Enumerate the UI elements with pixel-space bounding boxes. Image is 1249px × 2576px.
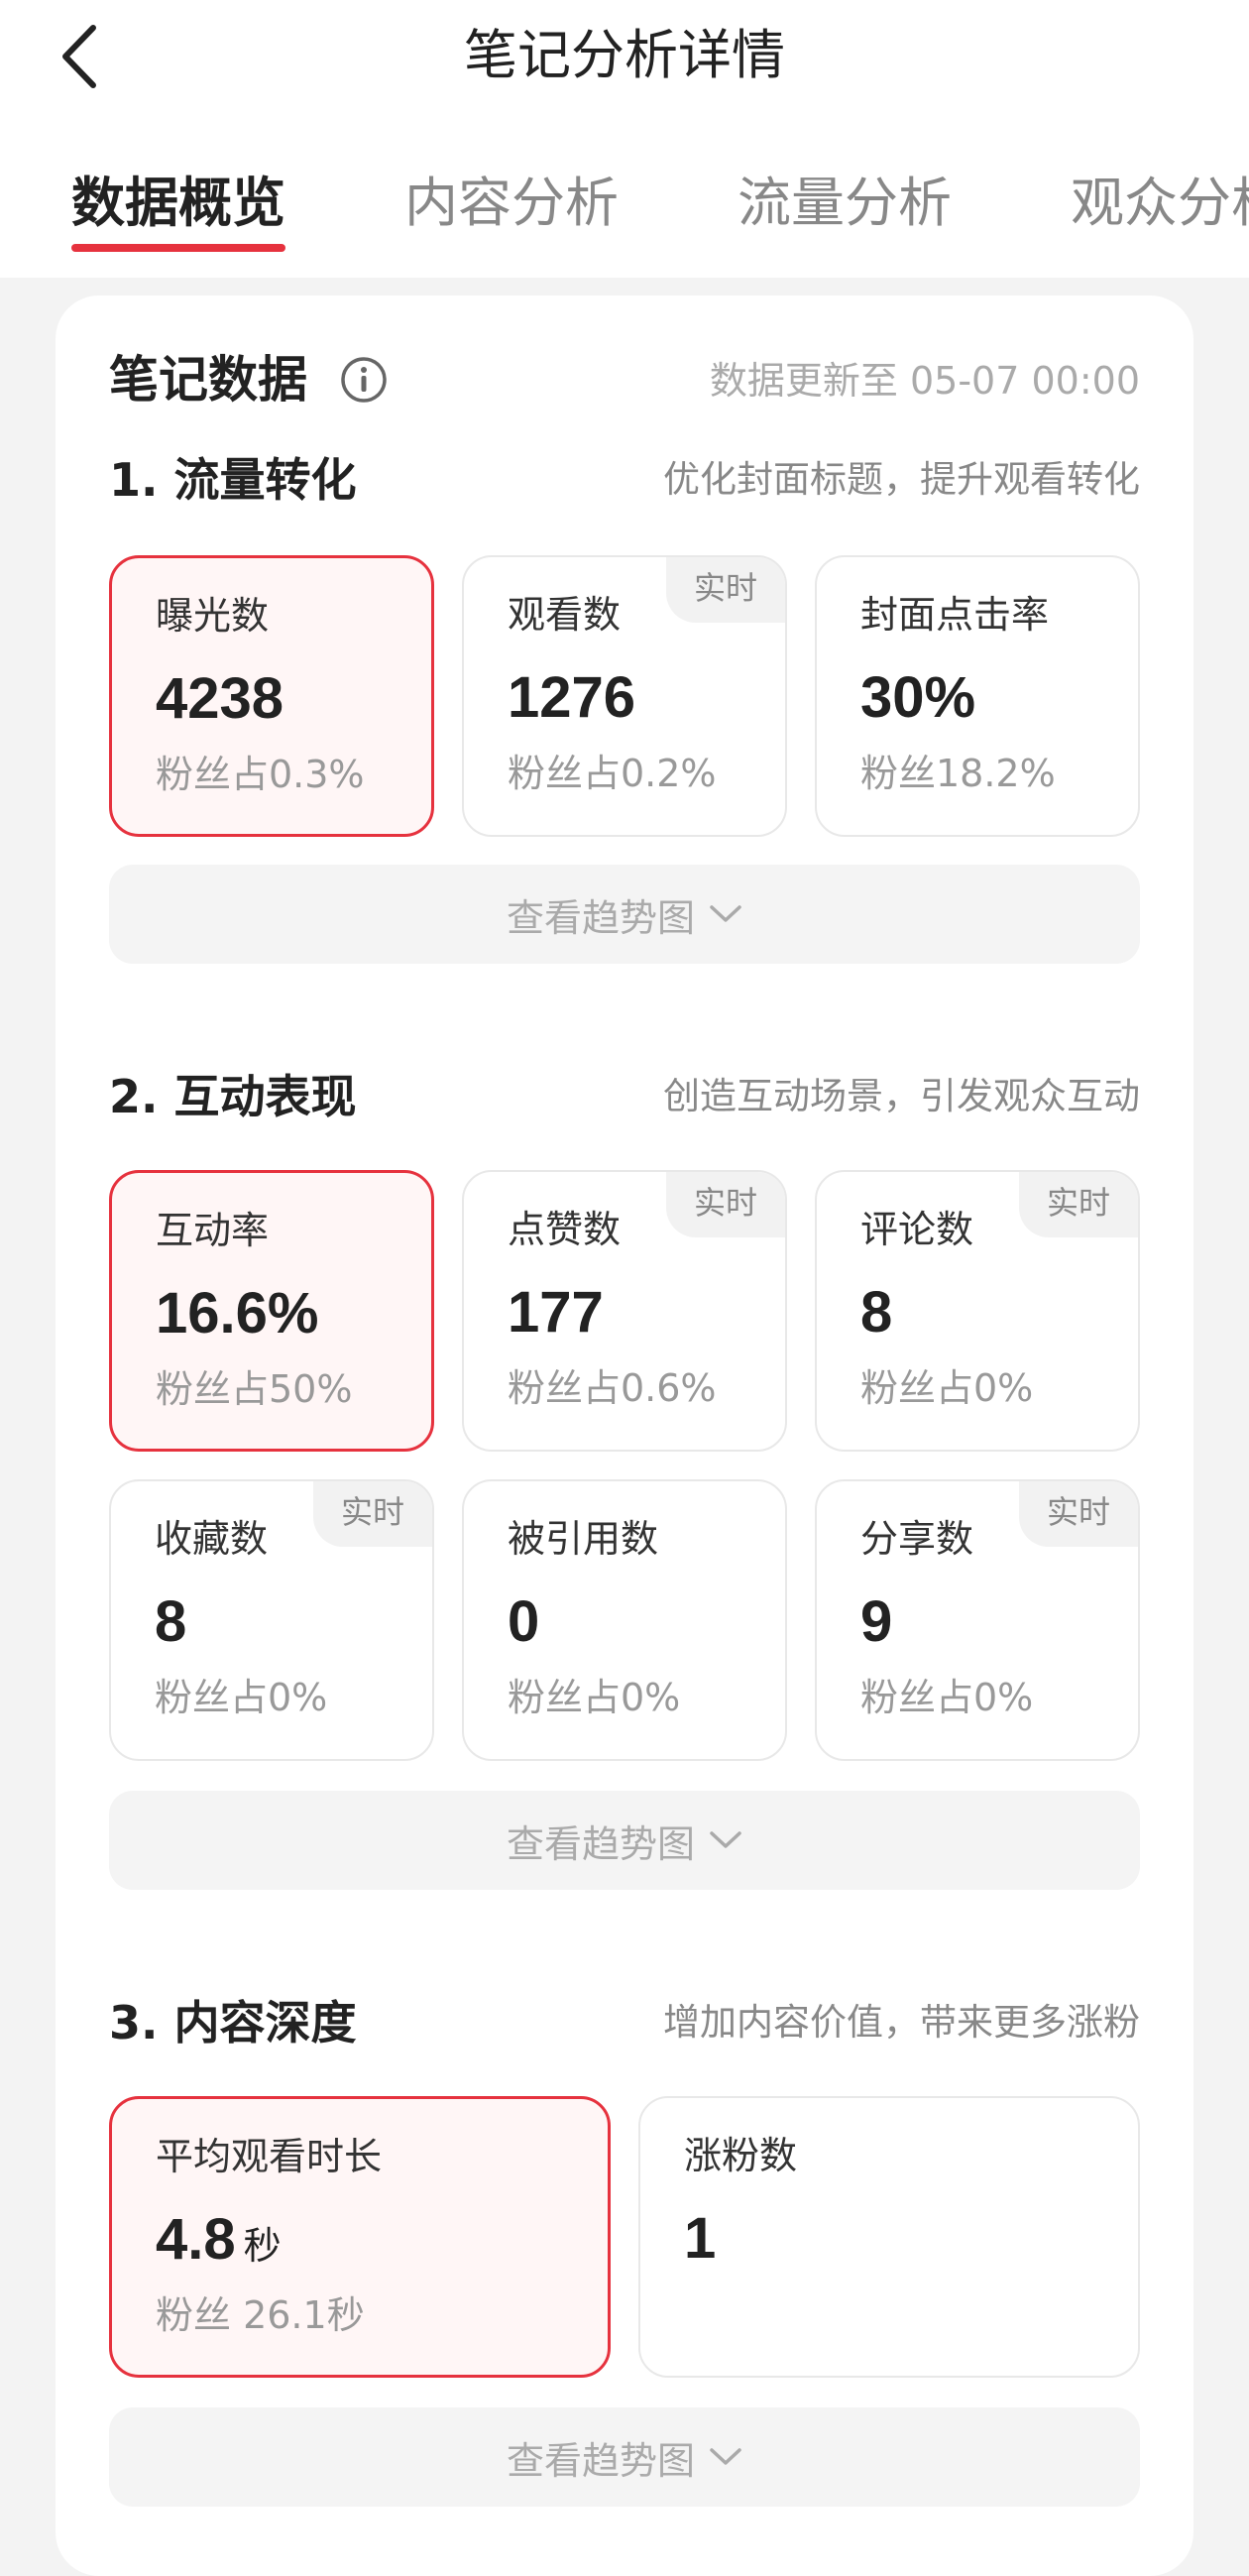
realtime-badge: 实时: [666, 1172, 785, 1237]
metric-card-engagement-rate[interactable]: 互动率 16.6% 粉丝占50%: [109, 1170, 434, 1452]
note-data-card: 笔记数据 数据更新至 05-07 00:00 1. 流量转化 优化封面标题，提升…: [56, 295, 1193, 2576]
metric-card-favorites[interactable]: 实时 收藏数 8 粉丝占0%: [109, 1479, 434, 1761]
tab-audience-analysis[interactable]: 观众分析: [1071, 159, 1249, 248]
card-title: 笔记数据: [109, 351, 307, 409]
trend-button-label: 查看趋势图: [506, 895, 695, 940]
metric-sub: 粉丝 26.1秒: [156, 2293, 365, 2337]
active-tab-indicator: [71, 244, 285, 252]
metric-sub: 粉丝占0%: [860, 1676, 1034, 1719]
metric-value: 0: [508, 1589, 540, 1654]
metric-card-shares[interactable]: 实时 分享数 9 粉丝占0%: [815, 1479, 1140, 1761]
metric-card-citations[interactable]: 被引用数 0 粉丝占0%: [462, 1479, 787, 1761]
metric-value: 8: [155, 1589, 187, 1654]
view-trend-button-interaction[interactable]: 查看趋势图: [109, 1791, 1140, 1890]
metric-sub: 粉丝占0%: [860, 1366, 1034, 1410]
metric-label: 被引用数: [508, 1517, 659, 1561]
section-hint-traffic: 优化封面标题，提升观看转化: [663, 458, 1140, 501]
realtime-badge: 实时: [666, 557, 785, 623]
metric-label: 评论数: [860, 1208, 974, 1251]
metric-card-new-followers[interactable]: 涨粉数 1: [638, 2096, 1140, 2378]
realtime-badge: 实时: [1019, 1481, 1138, 1547]
section-title-interaction: 2. 互动表现: [109, 1070, 357, 1123]
section-hint-interaction: 创造互动场景，引发观众互动: [663, 1075, 1140, 1117]
metric-value: 1: [684, 2206, 717, 2271]
metric-sub: 粉丝占50%: [156, 1367, 353, 1411]
metric-label: 曝光数: [156, 594, 270, 638]
metric-label: 收藏数: [155, 1517, 269, 1561]
view-trend-button-depth[interactable]: 查看趋势图: [109, 2407, 1140, 2507]
section-hint-depth: 增加内容价值，带来更多涨粉: [663, 2001, 1140, 2044]
metric-card-cover-ctr[interactable]: 封面点击率 30% 粉丝18.2%: [815, 555, 1140, 837]
update-time: 数据更新至 05-07 00:00: [709, 359, 1140, 403]
metric-card-likes[interactable]: 实时 点赞数 177 粉丝占0.6%: [462, 1170, 787, 1452]
metric-label: 封面点击率: [860, 593, 1050, 637]
metric-sub: 粉丝占0.2%: [508, 752, 717, 795]
top-bar: 笔记分析详情 数据概览 内容分析 流量分析 观众分析: [0, 0, 1249, 278]
metric-sub: 粉丝占0.6%: [508, 1366, 717, 1410]
realtime-badge: 实时: [313, 1481, 432, 1547]
chevron-down-icon: [710, 1831, 741, 1848]
metric-sub: 粉丝占0%: [508, 1676, 681, 1719]
metric-sub: 粉丝占0.3%: [156, 753, 365, 796]
metric-value: 16.6%: [156, 1281, 319, 1346]
metric-unit: 秒: [243, 2226, 282, 2268]
metric-label: 点赞数: [508, 1208, 622, 1251]
info-icon[interactable]: [339, 355, 389, 405]
metric-label: 互动率: [156, 1209, 270, 1252]
tab-bar: 数据概览 内容分析 流量分析 观众分析: [0, 159, 1249, 258]
metric-label: 观看数: [508, 593, 622, 637]
section-title-depth: 3. 内容深度: [109, 1996, 357, 2049]
metric-value-number: 4.8: [156, 2207, 236, 2272]
metric-value: 1276: [508, 665, 636, 730]
metric-label: 涨粉数: [684, 2134, 798, 2177]
metric-sub: 粉丝18.2%: [860, 752, 1056, 795]
metric-value: 30%: [860, 665, 976, 730]
metric-label: 平均观看时长: [156, 2135, 383, 2178]
metric-card-comments[interactable]: 实时 评论数 8 粉丝占0%: [815, 1170, 1140, 1452]
metric-value: 9: [860, 1589, 893, 1654]
view-trend-button-traffic[interactable]: 查看趋势图: [109, 865, 1140, 964]
section-title-traffic: 1. 流量转化: [109, 453, 357, 507]
metric-sub: 粉丝占0%: [155, 1676, 328, 1719]
realtime-badge: 实时: [1019, 1172, 1138, 1237]
chevron-down-icon: [710, 905, 741, 922]
tab-data-overview[interactable]: 数据概览: [71, 159, 285, 248]
metric-value: 8: [860, 1280, 893, 1345]
metric-card-avg-watch-time[interactable]: 平均观看时长 4.8 秒 粉丝 26.1秒: [109, 2096, 611, 2378]
trend-button-label: 查看趋势图: [506, 2438, 695, 2483]
page-title: 笔记分析详情: [464, 24, 785, 86]
metric-value: 4238: [156, 666, 284, 731]
metric-card-views[interactable]: 实时 观看数 1276 粉丝占0.2%: [462, 555, 787, 837]
metric-label: 分享数: [860, 1517, 974, 1561]
chevron-down-icon: [710, 2448, 741, 2465]
metric-card-impressions[interactable]: 曝光数 4238 粉丝占0.3%: [109, 555, 434, 837]
tab-traffic-analysis[interactable]: 流量分析: [738, 159, 952, 248]
tab-content-analysis[interactable]: 内容分析: [404, 159, 619, 248]
metric-value: 177: [508, 1280, 604, 1345]
metric-value: 4.8 秒: [156, 2202, 282, 2284]
trend-button-label: 查看趋势图: [506, 1821, 695, 1866]
